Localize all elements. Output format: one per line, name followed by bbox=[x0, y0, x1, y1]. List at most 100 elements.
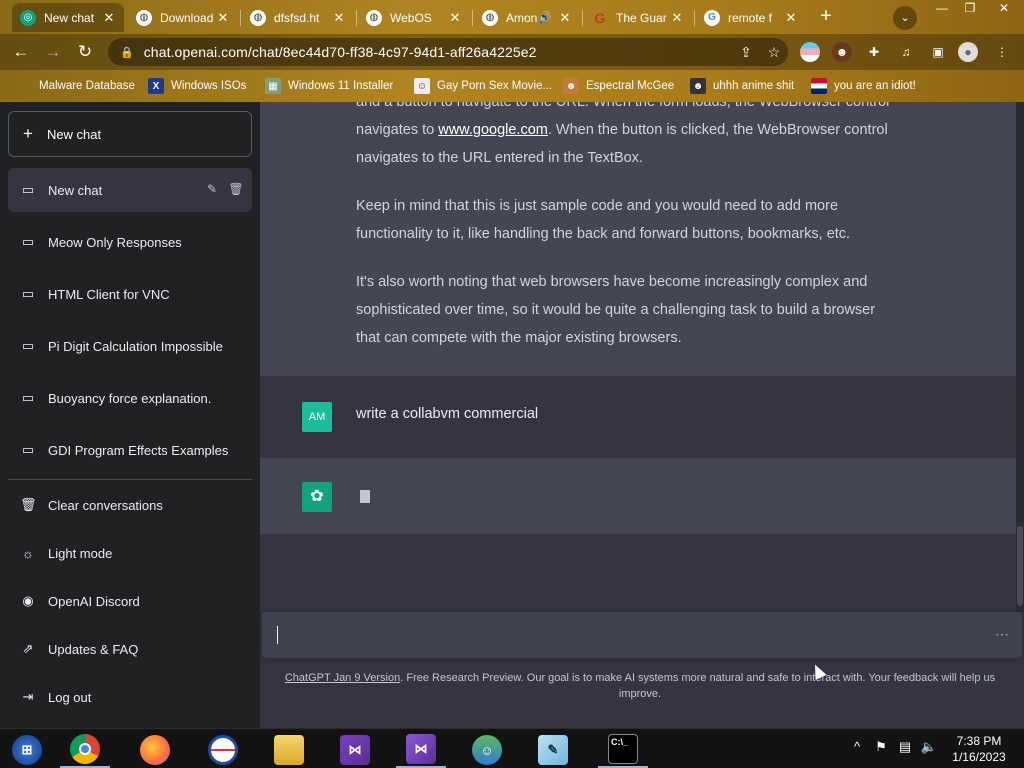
taskbar-visual-studio[interactable]: ⋈ bbox=[396, 732, 446, 768]
close-tab-icon[interactable]: ✕ bbox=[446, 10, 464, 26]
tab-remote[interactable]: G remote f ✕ bbox=[696, 3, 806, 32]
updates-faq-link[interactable]: ⇗ Updates & FAQ bbox=[8, 627, 252, 671]
notepad-icon: ✎ bbox=[538, 735, 568, 765]
sidebar-chat-item[interactable]: ▭ Buoyancy force explanation. bbox=[8, 376, 252, 420]
extension-flag-icon[interactable] bbox=[800, 42, 820, 62]
minimize-button[interactable]: — bbox=[928, 0, 956, 18]
bookmark-windows-isos[interactable]: X Windows ISOs bbox=[148, 76, 246, 96]
kebab-menu-icon[interactable]: ⋮ bbox=[992, 42, 1012, 62]
start-button[interactable]: ⊞ bbox=[2, 732, 52, 768]
action-label: Clear conversations bbox=[48, 497, 163, 513]
address-bar[interactable]: 🔒 chat.openai.com/chat/8ec44d70-ff38-4c9… bbox=[108, 38, 788, 66]
close-tab-icon[interactable]: ✕ bbox=[556, 10, 574, 26]
light-mode-button[interactable]: ☼ Light mode bbox=[8, 531, 252, 575]
profile-avatar[interactable]: ● bbox=[958, 42, 978, 62]
assistant-message: and a button to navigate to the URL. Whe… bbox=[260, 102, 1016, 376]
media-controls-icon[interactable]: ♫ bbox=[896, 42, 916, 62]
plus-icon: + bbox=[23, 124, 33, 143]
taskbar-people[interactable]: ☺ bbox=[462, 732, 512, 768]
taskbar-terminal[interactable]: C:\_ bbox=[598, 732, 648, 768]
tab-webos[interactable]: ◍ WebOS ✕ bbox=[358, 3, 470, 32]
tab-dfsfsd[interactable]: ◍ dfsfsd.ht ✕ bbox=[242, 3, 354, 32]
bookmark-windows-11-installer[interactable]: ▦ Windows 11 Installer bbox=[265, 76, 393, 96]
taskbar-clock[interactable]: 7:38 PM 1/16/2023 bbox=[940, 733, 1018, 765]
google-link[interactable]: www.google.com bbox=[438, 122, 548, 138]
bookmark-label: Malware Database bbox=[39, 80, 135, 92]
close-tab-icon[interactable]: ✕ bbox=[214, 10, 232, 26]
tab-title: dfsfsd.ht bbox=[274, 10, 320, 25]
bookmark-malware-database[interactable]: Malware Database bbox=[16, 76, 135, 96]
clock-time: 7:38 PM bbox=[956, 734, 1002, 748]
openai-discord-link[interactable]: ◉ OpenAI Discord bbox=[8, 579, 252, 623]
lock-icon[interactable]: 🔒 bbox=[120, 46, 134, 59]
sidebar-chat-item[interactable]: ▭ Pi Digit Calculation Impossible bbox=[8, 324, 252, 368]
puzzle-extensions-icon[interactable]: ✚ bbox=[864, 42, 884, 62]
close-tab-icon[interactable]: ✕ bbox=[782, 10, 800, 26]
chevron-up-icon[interactable]: ^ bbox=[845, 739, 869, 755]
taskbar-vs-installer[interactable]: ⋈ bbox=[330, 732, 380, 768]
chat-bubble-icon: ▭ bbox=[21, 442, 35, 457]
tab-title: WebOS bbox=[390, 10, 432, 25]
log-out-button[interactable]: ⇥ Log out bbox=[8, 675, 252, 719]
sidebar-chat-item[interactable]: ▭ GDI Program Effects Examples bbox=[8, 428, 252, 472]
close-window-button[interactable]: ✕ bbox=[990, 0, 1018, 18]
taskbar-chrome[interactable] bbox=[60, 732, 110, 768]
url-text[interactable]: chat.openai.com/chat/8ec44d70-ff38-4c97-… bbox=[144, 44, 732, 60]
tab-amon[interactable]: ◍ Amon 🔊 ✕ bbox=[474, 3, 580, 32]
new-tab-button[interactable]: + bbox=[815, 6, 837, 28]
sidebar-chat-item[interactable]: ▭ HTML Client for VNC bbox=[8, 272, 252, 316]
volume-icon[interactable]: 🔈 bbox=[917, 739, 941, 755]
action-center-flag-icon[interactable]: ⚑ bbox=[869, 739, 893, 755]
taskbar-obama[interactable] bbox=[198, 732, 248, 768]
google-icon: G bbox=[704, 9, 720, 26]
chatgpt-icon: ◎ bbox=[20, 9, 36, 26]
new-chat-button[interactable]: + New chat bbox=[8, 111, 252, 157]
side-panel-icon[interactable]: ▣ bbox=[928, 42, 948, 62]
tab-strip: ◎ New chat ✕ ◍ Download ✕ ◍ dfsfsd.ht ✕ … bbox=[0, 0, 1024, 34]
scrollbar-thumb[interactable] bbox=[1017, 526, 1023, 606]
terminal-icon: C:\_ bbox=[608, 734, 638, 764]
chat-title: Buoyancy force explanation. bbox=[48, 390, 212, 406]
taskbar-file-explorer[interactable] bbox=[264, 732, 314, 768]
speaker-icon[interactable]: 🔊 bbox=[538, 11, 552, 24]
share-icon[interactable]: ⇪ bbox=[732, 44, 760, 61]
sidebar-chat-active[interactable]: ▭ New chat ✎ 🗑 bbox=[8, 168, 252, 212]
edit-pencil-icon[interactable]: ✎ bbox=[204, 182, 220, 198]
bookmark-espectral-mcgee[interactable]: ☻ Espectral McGee bbox=[563, 76, 674, 96]
sidebar-chat-item[interactable]: ▭ Meow Only Responses bbox=[8, 220, 252, 264]
forward-arrow-icon[interactable]: → bbox=[42, 41, 64, 63]
reload-icon[interactable]: ↻ bbox=[74, 41, 96, 63]
bookmark-label: Windows 11 Installer bbox=[288, 80, 394, 92]
tab-chatgpt[interactable]: ◎ New chat ✕ bbox=[12, 3, 124, 32]
network-icon[interactable]: ▤ bbox=[893, 739, 917, 755]
tab-download[interactable]: ◍ Download ✕ bbox=[128, 3, 238, 32]
bookmark-idiot[interactable]: you are an idiot! bbox=[811, 76, 916, 96]
chat-title: Meow Only Responses bbox=[48, 234, 182, 250]
firefox-icon bbox=[140, 735, 170, 765]
chat-title: GDI Program Effects Examples bbox=[48, 442, 229, 458]
close-tab-icon[interactable]: ✕ bbox=[100, 10, 118, 26]
windows-taskbar: ⊞ ⋈ ⋈ ☺ ✎ C:\_ ^ ⚑ ▤ 🔈 7:38 PM 1/16/2023 bbox=[0, 728, 1024, 768]
close-tab-icon[interactable]: ✕ bbox=[330, 10, 348, 26]
taskbar-notepad[interactable]: ✎ bbox=[528, 732, 578, 768]
extension-avatar-icon[interactable]: ☻ bbox=[832, 42, 852, 62]
tab-guardian[interactable]: G The Guar ✕ bbox=[584, 3, 692, 32]
bookmark-star-icon[interactable]: ☆ bbox=[760, 44, 788, 61]
version-link[interactable]: ChatGPT Jan 9 Version bbox=[285, 672, 400, 684]
chat-scrollbar[interactable] bbox=[1016, 102, 1024, 612]
close-tab-icon[interactable]: ✕ bbox=[668, 10, 686, 26]
restore-button[interactable]: ❐ bbox=[956, 0, 984, 18]
bookmark-label: Windows ISOs bbox=[171, 80, 247, 92]
back-arrow-icon[interactable]: ← bbox=[10, 41, 32, 63]
chat-title: Pi Digit Calculation Impossible bbox=[48, 338, 223, 354]
tab-search-button[interactable]: ⌄ bbox=[893, 6, 917, 30]
clear-conversations-button[interactable]: 🗑 Clear conversations bbox=[8, 483, 252, 527]
user-avatar: AM bbox=[302, 402, 332, 432]
trash-icon[interactable]: 🗑 bbox=[228, 182, 244, 198]
more-dots-icon[interactable]: ⋯ bbox=[995, 626, 1010, 643]
bookmark-gay-porn[interactable]: ☺ Gay Porn Sex Movie... bbox=[414, 76, 552, 96]
action-label: OpenAI Discord bbox=[48, 593, 140, 609]
bookmark-anime[interactable]: ☻ uhhh anime shit bbox=[690, 76, 794, 96]
taskbar-firefox[interactable] bbox=[130, 732, 180, 768]
message-input[interactable]: ⋯ bbox=[262, 612, 1022, 658]
